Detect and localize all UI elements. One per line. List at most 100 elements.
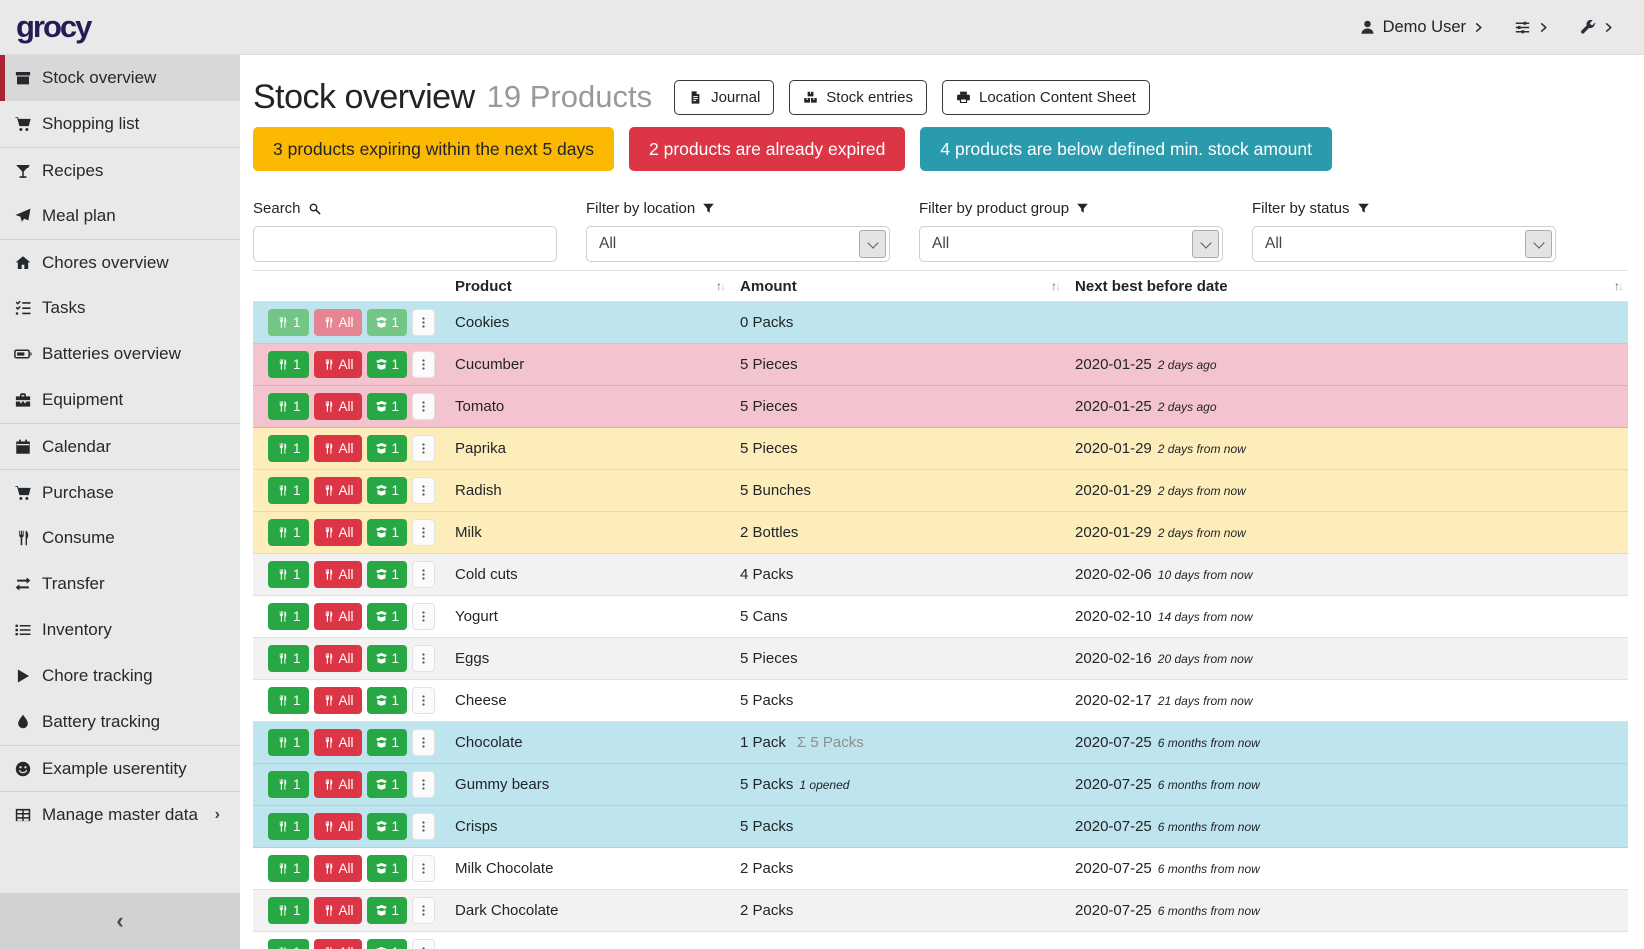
sidebar-item-consume[interactable]: Consume [0,515,240,561]
sidebar-item-shopping-list[interactable]: Shopping list [0,101,240,147]
alert-danger[interactable]: 2 products are already expired [629,127,905,171]
consume-one-button[interactable]: 1 [268,309,309,336]
consume-one-button[interactable]: 1 [268,561,309,588]
more-actions-button[interactable] [412,939,435,949]
mark-opened-button[interactable]: 1 [367,477,408,504]
consume-one-button[interactable]: 1 [268,897,309,924]
mark-opened-button[interactable]: 1 [367,687,408,714]
more-actions-button[interactable] [412,645,435,672]
consume-all-button[interactable]: All [314,897,362,924]
sidebar-collapse-button[interactable]: ‹ [0,893,240,949]
sidebar-item-chores-overview[interactable]: Chores overview [0,239,240,285]
sidebar-item-purchase[interactable]: Purchase [0,469,240,515]
location-select[interactable]: All [586,226,890,262]
consume-all-button[interactable]: All [314,561,362,588]
more-actions-button[interactable] [412,687,435,714]
consume-all-button[interactable]: All [314,309,362,336]
amount-column-header[interactable]: Amount [730,271,1065,302]
journal-button[interactable]: Journal [674,80,774,115]
consume-one-button[interactable]: 1 [268,603,309,630]
sidebar-item-example-userentity[interactable]: Example userentity [0,745,240,791]
more-actions-button[interactable] [412,603,435,630]
mark-opened-button[interactable]: 1 [367,939,408,949]
consume-one-button[interactable]: 1 [268,939,309,949]
mark-opened-button[interactable]: 1 [367,435,408,462]
user-menu[interactable]: Demo User [1359,18,1484,37]
sidebar-item-calendar[interactable]: Calendar [0,423,240,469]
consume-all-button[interactable]: All [314,435,362,462]
sidebar-item-battery-tracking[interactable]: Battery tracking [0,699,240,745]
mark-opened-button[interactable]: 1 [367,729,408,756]
search-input[interactable] [253,226,557,262]
more-actions-button[interactable] [412,351,435,378]
consume-all-button[interactable]: All [314,855,362,882]
best-before-column-header[interactable]: Next best before date [1065,271,1628,302]
sidebar-item-batteries-overview[interactable]: Batteries overview [0,331,240,377]
consume-all-button[interactable]: All [314,813,362,840]
mark-opened-button[interactable]: 1 [367,393,408,420]
sidebar-item-inventory[interactable]: Inventory [0,607,240,653]
sliders-icon [1514,19,1531,36]
more-actions-button[interactable] [412,435,435,462]
more-actions-button[interactable] [412,729,435,756]
more-actions-button[interactable] [412,519,435,546]
alert-warning[interactable]: 3 products expiring within the next 5 da… [253,127,614,171]
consume-all-button[interactable]: All [314,771,362,798]
sidebar-item-recipes[interactable]: Recipes [0,147,240,193]
consume-all-button[interactable]: All [314,393,362,420]
consume-all-button[interactable]: All [314,351,362,378]
mark-opened-button[interactable]: 1 [367,519,408,546]
product-column-header[interactable]: Product [445,271,730,302]
sidebar-item-meal-plan[interactable]: Meal plan [0,193,240,239]
grocy-logo[interactable]: grocy [16,9,90,45]
product-group-select[interactable]: All [919,226,1223,262]
sidebar-item-stock-overview[interactable]: Stock overview [0,55,240,101]
consume-one-button[interactable]: 1 [268,855,309,882]
sidebar-item-transfer[interactable]: Transfer [0,561,240,607]
stock-entries-button[interactable]: Stock entries [789,80,927,115]
settings-menu[interactable] [1514,19,1549,36]
consume-all-button[interactable]: All [314,645,362,672]
mark-opened-button[interactable]: 1 [367,813,408,840]
consume-one-button[interactable]: 1 [268,393,309,420]
consume-one-button[interactable]: 1 [268,645,309,672]
consume-one-button[interactable]: 1 [268,477,309,504]
consume-one-button[interactable]: 1 [268,771,309,798]
more-actions-button[interactable] [412,561,435,588]
location-content-sheet-button[interactable]: Location Content Sheet [942,80,1150,115]
sidebar-item-equipment[interactable]: Equipment [0,377,240,423]
consume-all-button[interactable]: All [314,477,362,504]
more-actions-button[interactable] [412,813,435,840]
mark-opened-button[interactable]: 1 [367,855,408,882]
more-actions-button[interactable] [412,309,435,336]
mark-opened-button[interactable]: 1 [367,351,408,378]
mark-opened-button[interactable]: 1 [367,603,408,630]
more-actions-button[interactable] [412,771,435,798]
consume-all-button[interactable]: All [314,729,362,756]
sidebar-item-chore-tracking[interactable]: Chore tracking [0,653,240,699]
consume-all-button[interactable]: All [314,687,362,714]
alert-info[interactable]: 4 products are below defined min. stock … [920,127,1332,171]
more-actions-button[interactable] [412,855,435,882]
consume-one-button[interactable]: 1 [268,435,309,462]
consume-one-button[interactable]: 1 [268,351,309,378]
consume-one-button[interactable]: 1 [268,813,309,840]
consume-one-button[interactable]: 1 [268,519,309,546]
sidebar-item-manage-master-data[interactable]: Manage master data [0,791,240,837]
more-actions-button[interactable] [412,477,435,504]
sidebar-item-tasks[interactable]: Tasks [0,285,240,331]
consume-all-button[interactable]: All [314,603,362,630]
consume-one-button[interactable]: 1 [268,729,309,756]
consume-all-button[interactable]: All [314,519,362,546]
mark-opened-button[interactable]: 1 [367,309,408,336]
more-actions-button[interactable] [412,897,435,924]
mark-opened-button[interactable]: 1 [367,771,408,798]
admin-menu[interactable] [1579,19,1614,36]
consume-all-button[interactable]: All [314,939,362,949]
more-actions-button[interactable] [412,393,435,420]
consume-one-button[interactable]: 1 [268,687,309,714]
mark-opened-button[interactable]: 1 [367,897,408,924]
mark-opened-button[interactable]: 1 [367,645,408,672]
mark-opened-button[interactable]: 1 [367,561,408,588]
status-select[interactable]: All [1252,226,1556,262]
